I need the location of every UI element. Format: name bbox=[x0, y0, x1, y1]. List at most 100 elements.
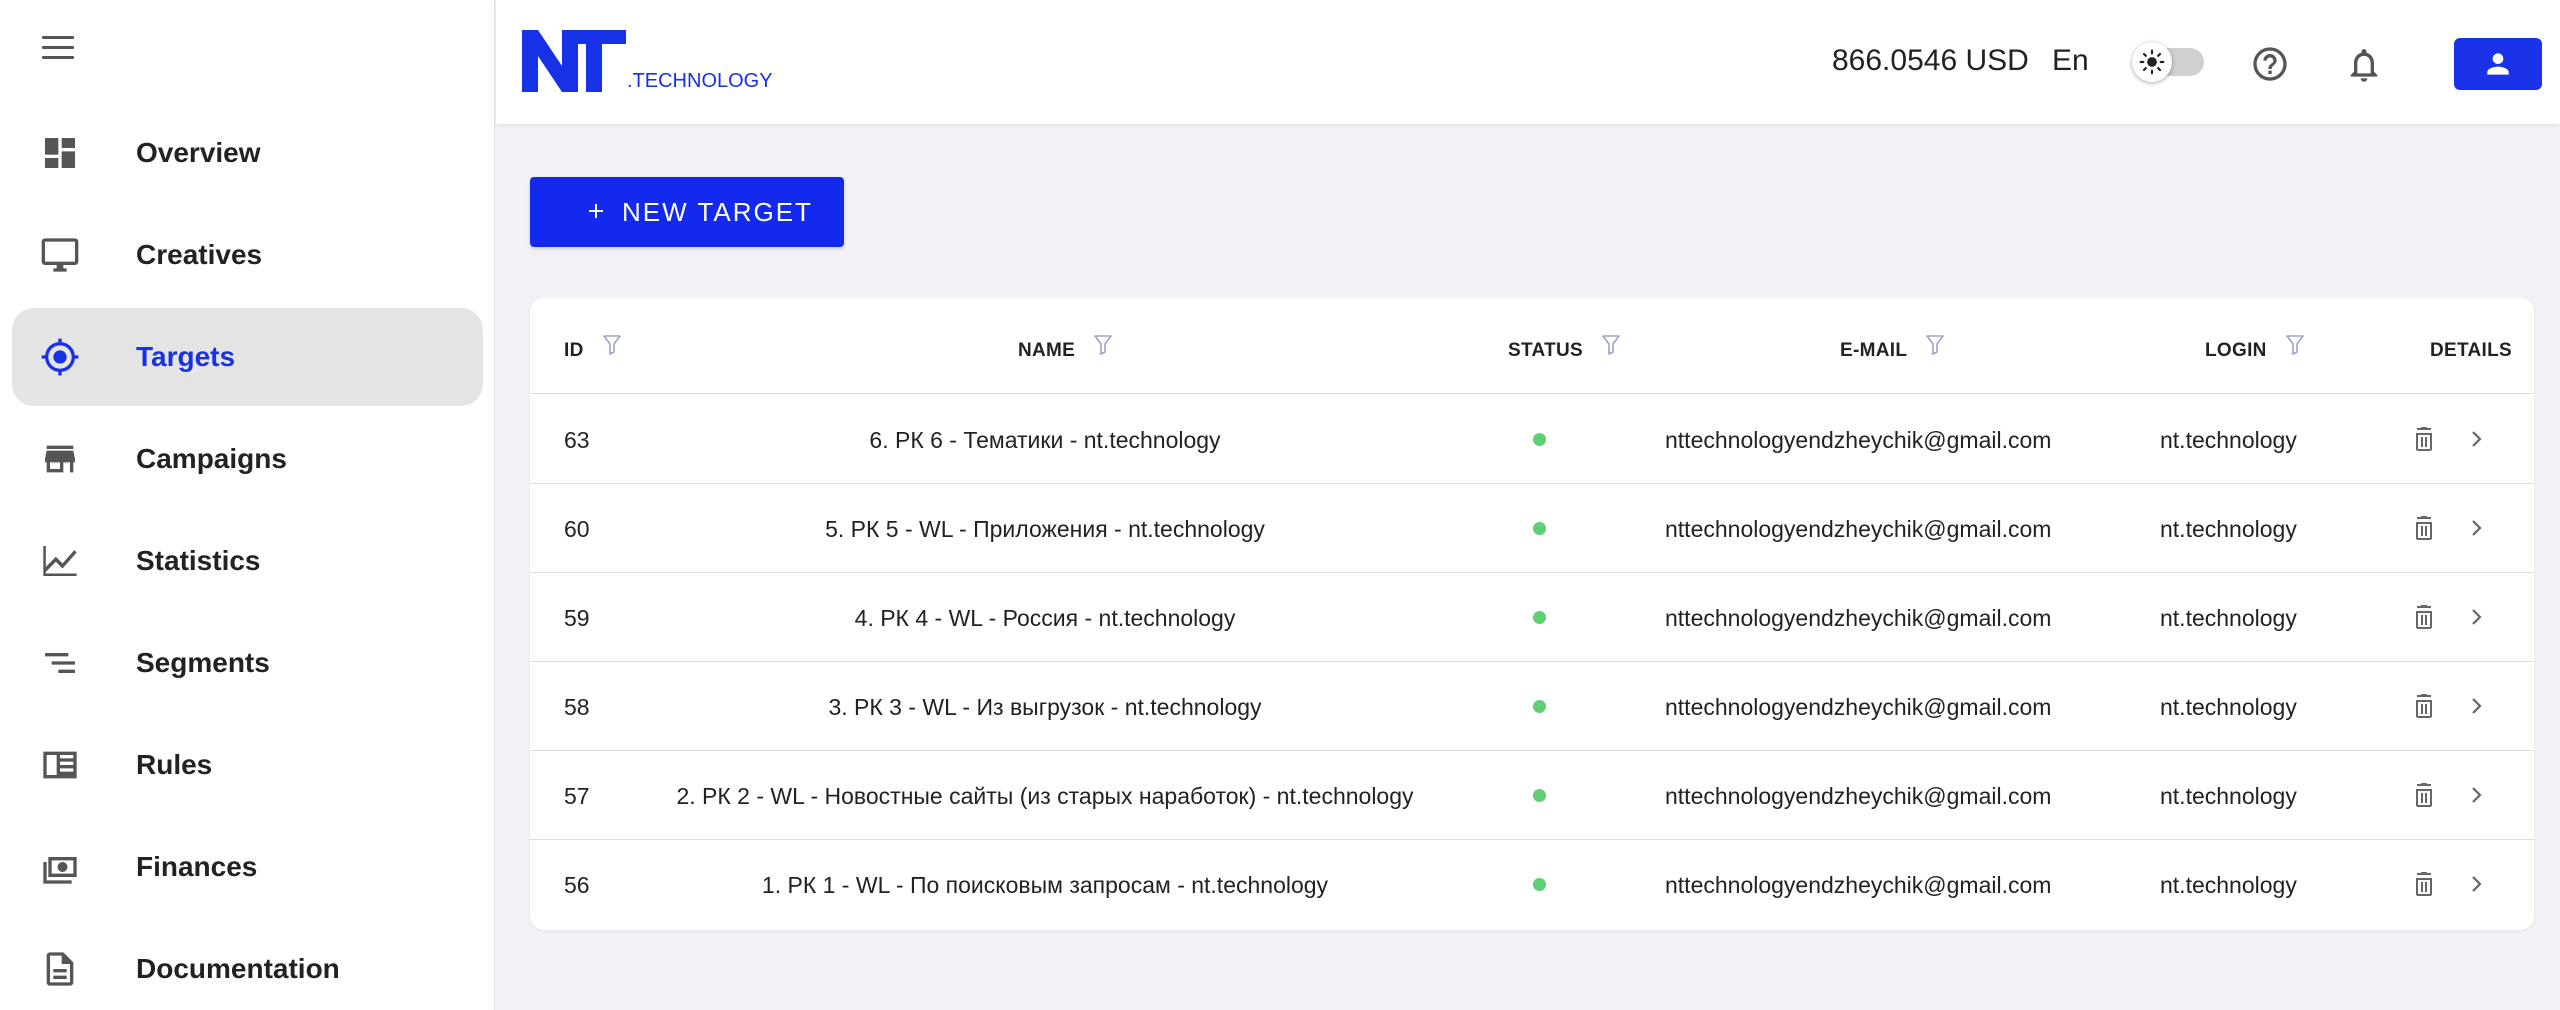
theme-toggle[interactable] bbox=[2132, 42, 2204, 82]
chevron-right-icon[interactable] bbox=[2466, 783, 2486, 807]
sidebar-item-label: Rules bbox=[136, 749, 213, 780]
table-row[interactable]: 63 6. РК 6 - Тематики - nt.technology nt… bbox=[530, 395, 2534, 484]
cell-email: nttechnologyendzheychik@gmail.com bbox=[1665, 783, 2052, 809]
money-icon bbox=[43, 857, 77, 884]
trash-icon[interactable] bbox=[2412, 425, 2436, 453]
cell-login: nt.technology bbox=[2160, 605, 2297, 631]
cell-email: nttechnologyendzheychik@gmail.com bbox=[1665, 605, 2052, 631]
bell-icon[interactable] bbox=[2344, 44, 2384, 86]
cell-id: 56 bbox=[564, 872, 590, 898]
trash-icon[interactable] bbox=[2412, 692, 2436, 720]
sidebar-item-creatives[interactable]: Creatives bbox=[12, 206, 483, 304]
sidebar-item-overview[interactable]: Overview bbox=[12, 104, 483, 202]
status-dot bbox=[1533, 611, 1546, 624]
sidebar-item-segments[interactable]: Segments bbox=[12, 614, 483, 712]
sidebar-item-label: Statistics bbox=[136, 545, 261, 576]
filter-icon[interactable] bbox=[1093, 334, 1113, 356]
table-row[interactable]: 59 4. РК 4 - WL - Россия - nt.technology… bbox=[530, 573, 2534, 662]
cell-login: nt.technology bbox=[2160, 427, 2297, 453]
sidebar-item-documentation[interactable]: Documentation bbox=[12, 920, 483, 1010]
sidebar-item-label: Finances bbox=[136, 851, 258, 882]
column-label: LOGIN bbox=[2205, 340, 2267, 361]
sidebar-nav: Overview Creatives Targets Campaigns Sta… bbox=[0, 104, 495, 1010]
sidebar-item-label: Segments bbox=[136, 647, 270, 678]
cell-id: 57 bbox=[564, 783, 590, 809]
cell-name: 1. РК 1 - WL - По поисковым запросам - n… bbox=[761, 872, 1329, 898]
column-header-status: STATUS bbox=[1508, 335, 1621, 362]
chevron-right-icon[interactable] bbox=[2466, 427, 2486, 451]
cell-login: nt.technology bbox=[2160, 516, 2297, 542]
sidebar-item-targets[interactable]: Targets bbox=[12, 308, 483, 406]
status-dot bbox=[1533, 789, 1546, 802]
filter-icon[interactable] bbox=[2285, 334, 2305, 356]
sidebar-item-statistics[interactable]: Statistics bbox=[12, 512, 483, 610]
monitor-icon bbox=[41, 238, 79, 272]
column-header-email: E-MAIL bbox=[1840, 335, 1945, 362]
profile-button[interactable] bbox=[2454, 38, 2542, 90]
cell-id: 60 bbox=[564, 516, 590, 542]
new-target-button[interactable]: NEW TARGET bbox=[530, 177, 844, 247]
cell-name: 3. РК 3 - WL - Из выгрузок - nt.technolo… bbox=[828, 694, 1262, 720]
cell-email: nttechnologyendzheychik@gmail.com bbox=[1665, 872, 2052, 898]
column-header-login: LOGIN bbox=[2205, 335, 2305, 362]
brand-logo[interactable]: .TECHNOLOGY bbox=[522, 26, 772, 96]
cell-id: 63 bbox=[564, 427, 590, 453]
filter-icon[interactable] bbox=[602, 334, 622, 356]
trash-icon[interactable] bbox=[2412, 781, 2436, 809]
filter-icon[interactable] bbox=[1601, 334, 1621, 356]
cell-email: nttechnologyendzheychik@gmail.com bbox=[1665, 427, 2052, 453]
table-header: ID NAME STATUS E-MAIL LOGIN DETAILS bbox=[530, 298, 2534, 394]
table-row[interactable]: 57 2. РК 2 - WL - Новостные сайты (из ст… bbox=[530, 751, 2534, 840]
chevron-right-icon[interactable] bbox=[2466, 694, 2486, 718]
cell-id: 59 bbox=[564, 605, 590, 631]
trash-icon[interactable] bbox=[2412, 870, 2436, 898]
language-selector[interactable]: En bbox=[2052, 44, 2089, 78]
column-label: E-MAIL bbox=[1840, 340, 1908, 361]
sidebar-item-finances[interactable]: Finances bbox=[12, 818, 483, 916]
segments-icon bbox=[45, 653, 75, 673]
table-row[interactable]: 60 5. РК 5 - WL - Приложения - nt.techno… bbox=[530, 484, 2534, 573]
table-row[interactable]: 56 1. РК 1 - WL - По поисковым запросам … bbox=[530, 840, 2534, 929]
status-dot bbox=[1533, 522, 1546, 535]
line-chart-icon bbox=[43, 546, 77, 576]
filter-icon[interactable] bbox=[1925, 334, 1945, 356]
status-dot bbox=[1533, 700, 1546, 713]
trash-icon[interactable] bbox=[2412, 514, 2436, 542]
sidebar-item-campaigns[interactable]: Campaigns bbox=[12, 410, 483, 508]
menu-icon[interactable] bbox=[42, 36, 76, 62]
sidebar-item-label: Creatives bbox=[136, 239, 263, 270]
crosshair-icon bbox=[41, 338, 79, 376]
sun-icon bbox=[2132, 42, 2172, 82]
cell-email: nttechnologyendzheychik@gmail.com bbox=[1665, 516, 2052, 542]
column-label: NAME bbox=[1018, 340, 1076, 361]
plus-icon bbox=[589, 204, 603, 218]
new-target-label: NEW TARGET bbox=[622, 196, 813, 227]
status-dot bbox=[1533, 878, 1546, 891]
chevron-right-icon[interactable] bbox=[2466, 605, 2486, 629]
cell-name: 6. РК 6 - Тематики - nt.technology bbox=[869, 427, 1221, 453]
column-header-name: NAME bbox=[1018, 335, 1113, 362]
account-balance: 866.0546 USD bbox=[1832, 44, 2029, 77]
top-header: .TECHNOLOGY 866.0546 USD En bbox=[496, 0, 2560, 124]
column-label: ID bbox=[564, 340, 584, 361]
cell-login: nt.technology bbox=[2160, 783, 2297, 809]
sidebar-item-label: Documentation bbox=[136, 953, 340, 984]
chevron-right-icon[interactable] bbox=[2466, 516, 2486, 540]
sidebar-item-rules[interactable]: Rules bbox=[12, 716, 483, 814]
cell-id: 58 bbox=[564, 694, 590, 720]
table-row[interactable]: 58 3. РК 3 - WL - Из выгрузок - nt.techn… bbox=[530, 662, 2534, 751]
sidebar-item-label: Overview bbox=[136, 137, 261, 168]
sidebar-item-label: Targets bbox=[136, 341, 236, 372]
trash-icon[interactable] bbox=[2412, 603, 2436, 631]
svg-text:.TECHNOLOGY: .TECHNOLOGY bbox=[627, 70, 772, 92]
cell-name: 2. РК 2 - WL - Новостные сайты (из стары… bbox=[676, 783, 1414, 809]
status-dot bbox=[1533, 433, 1546, 446]
targets-table: ID NAME STATUS E-MAIL LOGIN DETAILS 63 6… bbox=[530, 298, 2534, 930]
cell-login: nt.technology bbox=[2160, 694, 2297, 720]
rules-icon bbox=[43, 751, 77, 779]
column-label: STATUS bbox=[1508, 340, 1583, 361]
help-icon[interactable] bbox=[2250, 44, 2290, 84]
sidebar: Overview Creatives Targets Campaigns Sta… bbox=[0, 0, 495, 1010]
chevron-right-icon[interactable] bbox=[2466, 872, 2486, 896]
user-icon bbox=[2487, 53, 2509, 75]
